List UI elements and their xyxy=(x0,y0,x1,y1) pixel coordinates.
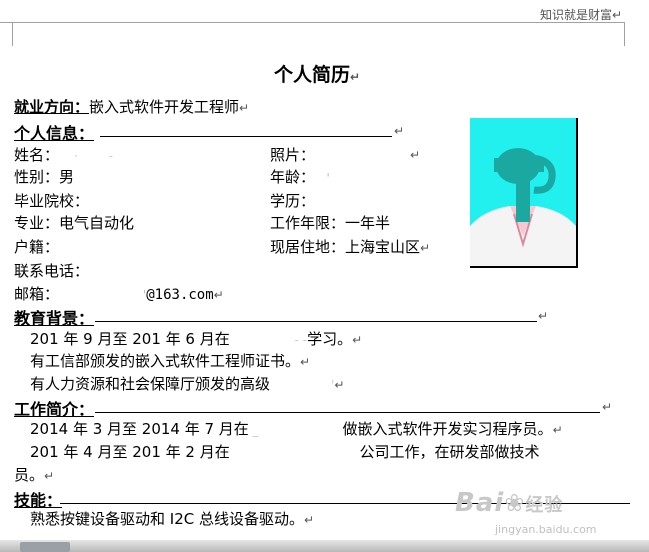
hukou-field: 户籍： xyxy=(14,238,60,256)
job-direction-line: 就业方向：嵌入式软件开发工程师↵ xyxy=(14,98,250,116)
education-underline xyxy=(95,321,537,322)
education-heading: 教育背景： xyxy=(14,309,95,328)
major-field: 专业：电气自动化 xyxy=(14,214,135,232)
baidu-watermark-url: jingyan.baidu.com xyxy=(495,523,597,536)
running-header: 知识就是财富↵ xyxy=(540,8,623,22)
work-line-3: 员。↵ xyxy=(14,466,55,484)
name-field: 姓名： · - xyxy=(14,146,113,164)
personal-info-heading: 个人信息： xyxy=(14,124,95,143)
personal-info-underline xyxy=(100,136,392,137)
work-line-1: 2014 年 3 月至 2014 年 7 月在 _ 做嵌入式软件开发实习程序员。… xyxy=(30,420,563,438)
email-field: 邮箱： '@163.com↵ xyxy=(14,285,224,303)
education-line-1: 201 年 9 月至 201 年 6 月在 - -学习。↵ xyxy=(30,330,363,348)
phone-field: 联系电话： xyxy=(14,262,90,280)
work-years-field: 工作年限：一年半 xyxy=(270,214,391,232)
degree-field: 学历： xyxy=(270,192,316,210)
education-line-2: 有工信部颁发的嵌入式软件工程师证书。↵ xyxy=(30,352,311,370)
paw-icon: ❀ xyxy=(504,489,526,517)
school-field: 毕业院校： xyxy=(14,192,90,210)
header-rule xyxy=(0,22,625,23)
resume-title: 个人简历↵ xyxy=(274,64,361,86)
residence-field: 现居住地：上海宝山区↵ xyxy=(270,238,431,256)
person-photo-icon xyxy=(470,118,576,266)
work-heading: 工作简介： xyxy=(14,400,95,419)
education-line-3: 有人力资源和社会保障厅颁发的高级 '↵ xyxy=(30,375,345,393)
age-field: 年龄： ' xyxy=(270,168,330,186)
profile-photo xyxy=(470,118,578,268)
baidu-watermark-logo: Bai❀经验 xyxy=(455,488,564,518)
gender-field: 性别：男 xyxy=(14,168,75,186)
taskbar-tab[interactable] xyxy=(20,542,70,552)
work-line-2: 201 年 4 月至 201 年 2 月在 公司工作，在研发部做技术 xyxy=(30,443,540,461)
crop-mark-right xyxy=(624,22,625,46)
work-underline xyxy=(95,412,600,413)
photo-label: 照片： xyxy=(270,146,316,164)
job-direction-label: 就业方向： xyxy=(14,98,90,116)
skills-line-1: 熟悉按键设备驱动和 I2C 总线设备驱动。↵ xyxy=(30,510,315,528)
job-direction-value: 嵌入式软件开发工程师 xyxy=(89,98,240,116)
crop-mark-left xyxy=(12,22,13,46)
status-bar xyxy=(0,540,649,552)
